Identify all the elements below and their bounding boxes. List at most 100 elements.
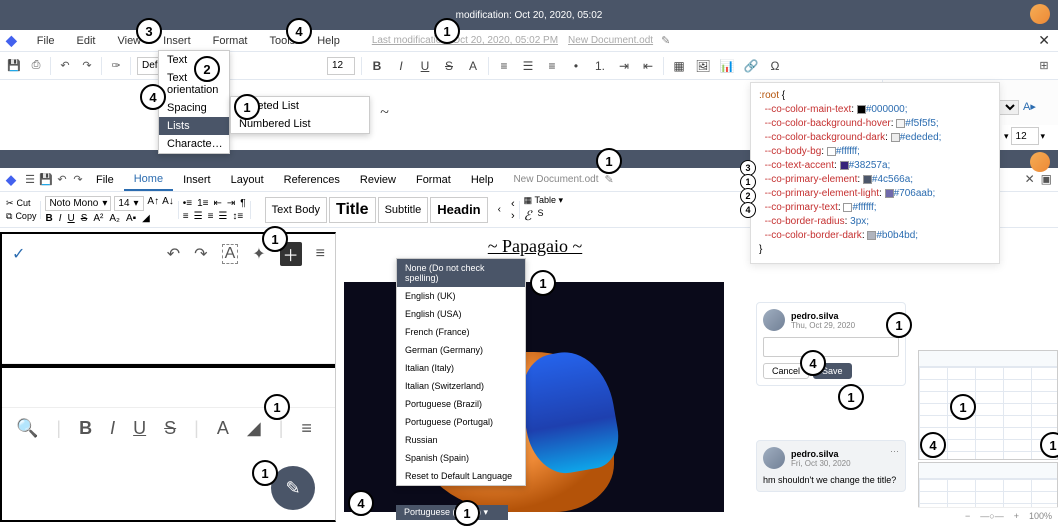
tab-file[interactable]: File [86,170,124,190]
italic-button-2[interactable]: I [59,213,62,224]
doc-name[interactable]: New Document.odt [568,35,653,46]
lang-menu-item[interactable]: Russian [397,431,525,449]
bullet-list-icon[interactable]: • [567,57,585,75]
doc-modified-info[interactable]: Last modification: Oct 20, 2020, 05:02 P… [372,35,558,46]
app2-menu-icon[interactable]: ☰ [22,173,38,186]
indent-dec-icon[interactable]: ⇤ [639,57,657,75]
zoom-in-icon[interactable]: + [1014,511,1019,521]
mobile-bold-button[interactable]: B [79,418,92,439]
app2-undo-icon[interactable]: ↶ [54,173,70,186]
app2-avatar[interactable] [1030,152,1050,172]
avatar[interactable] [1030,4,1050,24]
align-left-icon[interactable]: ≡ [495,57,513,75]
font-color-button[interactable]: A [464,57,482,75]
indent-dec-icon-2[interactable]: ⇤ [214,198,222,209]
tab-home[interactable]: Home [124,169,173,191]
lang-menu-item[interactable]: French (France) [397,323,525,341]
lang-menu-item[interactable]: Italian (Switzerland) [397,377,525,395]
style-subtitle[interactable]: Subtitle [378,197,429,223]
mobile-search-icon[interactable]: 🔍 [16,418,38,439]
font-size-select[interactable] [327,57,355,75]
table-icon[interactable]: ▦ [670,57,688,75]
pilcrow-icon[interactable]: ¶ [240,198,245,209]
strike-button[interactable]: S [440,57,458,75]
align-center-icon[interactable]: ☰ [519,57,537,75]
mobile-puzzle-icon[interactable]: ✦ [252,244,265,264]
insert-symbol-icon[interactable]: S [538,208,544,224]
style-scroll-down-icon[interactable]: › [511,210,515,222]
format-paint-icon[interactable]: ✑ [108,58,124,74]
mobile-undo-icon[interactable]: ↶ [167,244,180,264]
sidebar-toggle-icon[interactable]: ⊞ [1036,58,1052,74]
save-icon[interactable]: 💾 [6,58,22,74]
mobile-highlight-button[interactable]: ◢ [247,418,261,439]
language-status-button[interactable]: Portuguese (Brazil) ▾ [396,505,508,520]
superscript-icon[interactable]: A² [93,213,103,224]
bold-button[interactable]: B [368,57,386,75]
lang-menu-item[interactable]: None (Do not check spelling) [397,259,525,287]
insert-formula-icon[interactable]: ℰ [524,208,532,224]
app2-save-icon[interactable]: 💾 [38,173,54,186]
font-family-select[interactable]: Noto Mono▾ [45,196,111,211]
tab-references[interactable]: References [274,170,350,190]
indent-inc-icon-2[interactable]: ⇥ [227,198,235,209]
tab-review[interactable]: Review [350,170,406,190]
app2-close-icon[interactable]: ✕ [1025,172,1035,186]
style-scroll-up-icon[interactable]: ‹ [511,198,515,210]
mini-dropdown-icon[interactable]: ▾ [1041,131,1046,142]
align-right-icon-2[interactable]: ≡ [208,211,214,222]
dd-lists[interactable]: Lists [159,117,229,135]
tab-help[interactable]: Help [461,170,504,190]
close-icon[interactable]: ✕ [1038,32,1050,49]
menu-format[interactable]: Format [203,33,258,49]
lang-menu-item[interactable]: Portuguese (Portugal) [397,413,525,431]
style-text-body[interactable]: Text Body [265,197,327,223]
redo-icon[interactable]: ↷ [79,58,95,74]
number-list-icon-2[interactable]: 1≡ [197,198,208,209]
menu-file[interactable]: File [27,33,65,49]
indent-inc-icon[interactable]: ⇥ [615,57,633,75]
mini-dropdown-icon[interactable]: ▾ [1004,131,1009,142]
subscript-icon[interactable]: A₂ [109,213,120,224]
style-scroll-left-icon[interactable]: ‹ [498,204,501,215]
tab-format[interactable]: Format [406,170,461,190]
underline-button[interactable]: U [416,57,434,75]
undo-icon[interactable]: ↶ [57,58,73,74]
tab-layout[interactable]: Layout [221,170,274,190]
dd-spacing[interactable]: Spacing [159,99,229,117]
underline-button-2[interactable]: U [67,213,74,224]
print-icon[interactable]: ⎙ [28,58,44,74]
comment-more-icon[interactable]: ⋯ [890,446,899,457]
link-icon[interactable]: 🔗 [742,57,760,75]
style-title[interactable]: Title [329,197,376,223]
cut-button[interactable]: ✂Cut [6,198,36,209]
font-color-icon[interactable]: A▪ [126,213,136,224]
mobile-redo-icon[interactable]: ↷ [194,244,207,264]
bold-button-2[interactable]: B [45,213,52,224]
edit-doc-icon[interactable]: ✎ [661,34,670,47]
font-size-select-2[interactable]: 14▾ [114,196,144,211]
align-right-icon[interactable]: ≡ [543,57,561,75]
mini-size-select[interactable] [1011,127,1039,145]
lang-menu-item[interactable]: Spanish (Spain) [397,449,525,467]
grow-font-icon[interactable]: A↑ [147,196,159,211]
dd-character[interactable]: Characte… [159,135,229,153]
image-icon[interactable]: 🖼 [694,57,712,75]
app2-edit-icon[interactable]: ✎ [604,173,613,186]
line-spacing-icon[interactable]: ↕≡ [232,211,243,222]
strike-button-2[interactable]: S [81,213,88,224]
align-center-icon-2[interactable]: ☰ [194,211,203,222]
lang-menu-item[interactable]: English (UK) [397,287,525,305]
shrink-font-icon[interactable]: A↓ [162,196,174,211]
lang-menu-item[interactable]: Reset to Default Language [397,467,525,485]
mobile-underline-button[interactable]: U [133,418,146,439]
mobile-align-icon[interactable]: ≡ [301,418,312,439]
mobile-strike-button[interactable]: S [164,418,176,439]
lang-menu-item[interactable]: Italian (Italy) [397,359,525,377]
copy-button[interactable]: ⧉Copy [6,211,36,222]
mobile-italic-button[interactable]: I [110,418,115,439]
style-apply-icon[interactable]: A▸ [1023,100,1036,113]
bullet-list-icon-2[interactable]: •≡ [183,198,192,209]
mobile-text-area[interactable] [2,274,335,364]
style-heading[interactable]: Headin [430,197,487,223]
